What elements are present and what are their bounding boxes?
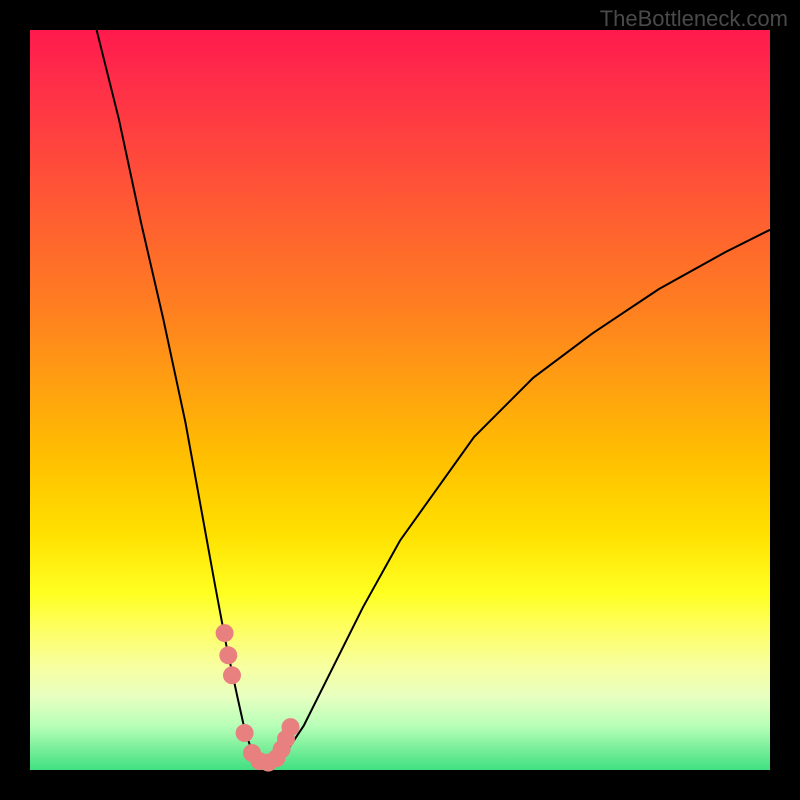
watermark-text: TheBottleneck.com (600, 6, 788, 32)
bottleneck-curve (97, 30, 770, 763)
highlight-dot (216, 624, 234, 642)
highlight-dot (282, 718, 300, 736)
highlight-dot (236, 724, 254, 742)
highlight-dot (219, 646, 237, 664)
chart-frame: TheBottleneck.com (0, 0, 800, 800)
chart-svg (30, 30, 770, 770)
highlight-dot (223, 666, 241, 684)
highlight-dots (216, 624, 300, 772)
